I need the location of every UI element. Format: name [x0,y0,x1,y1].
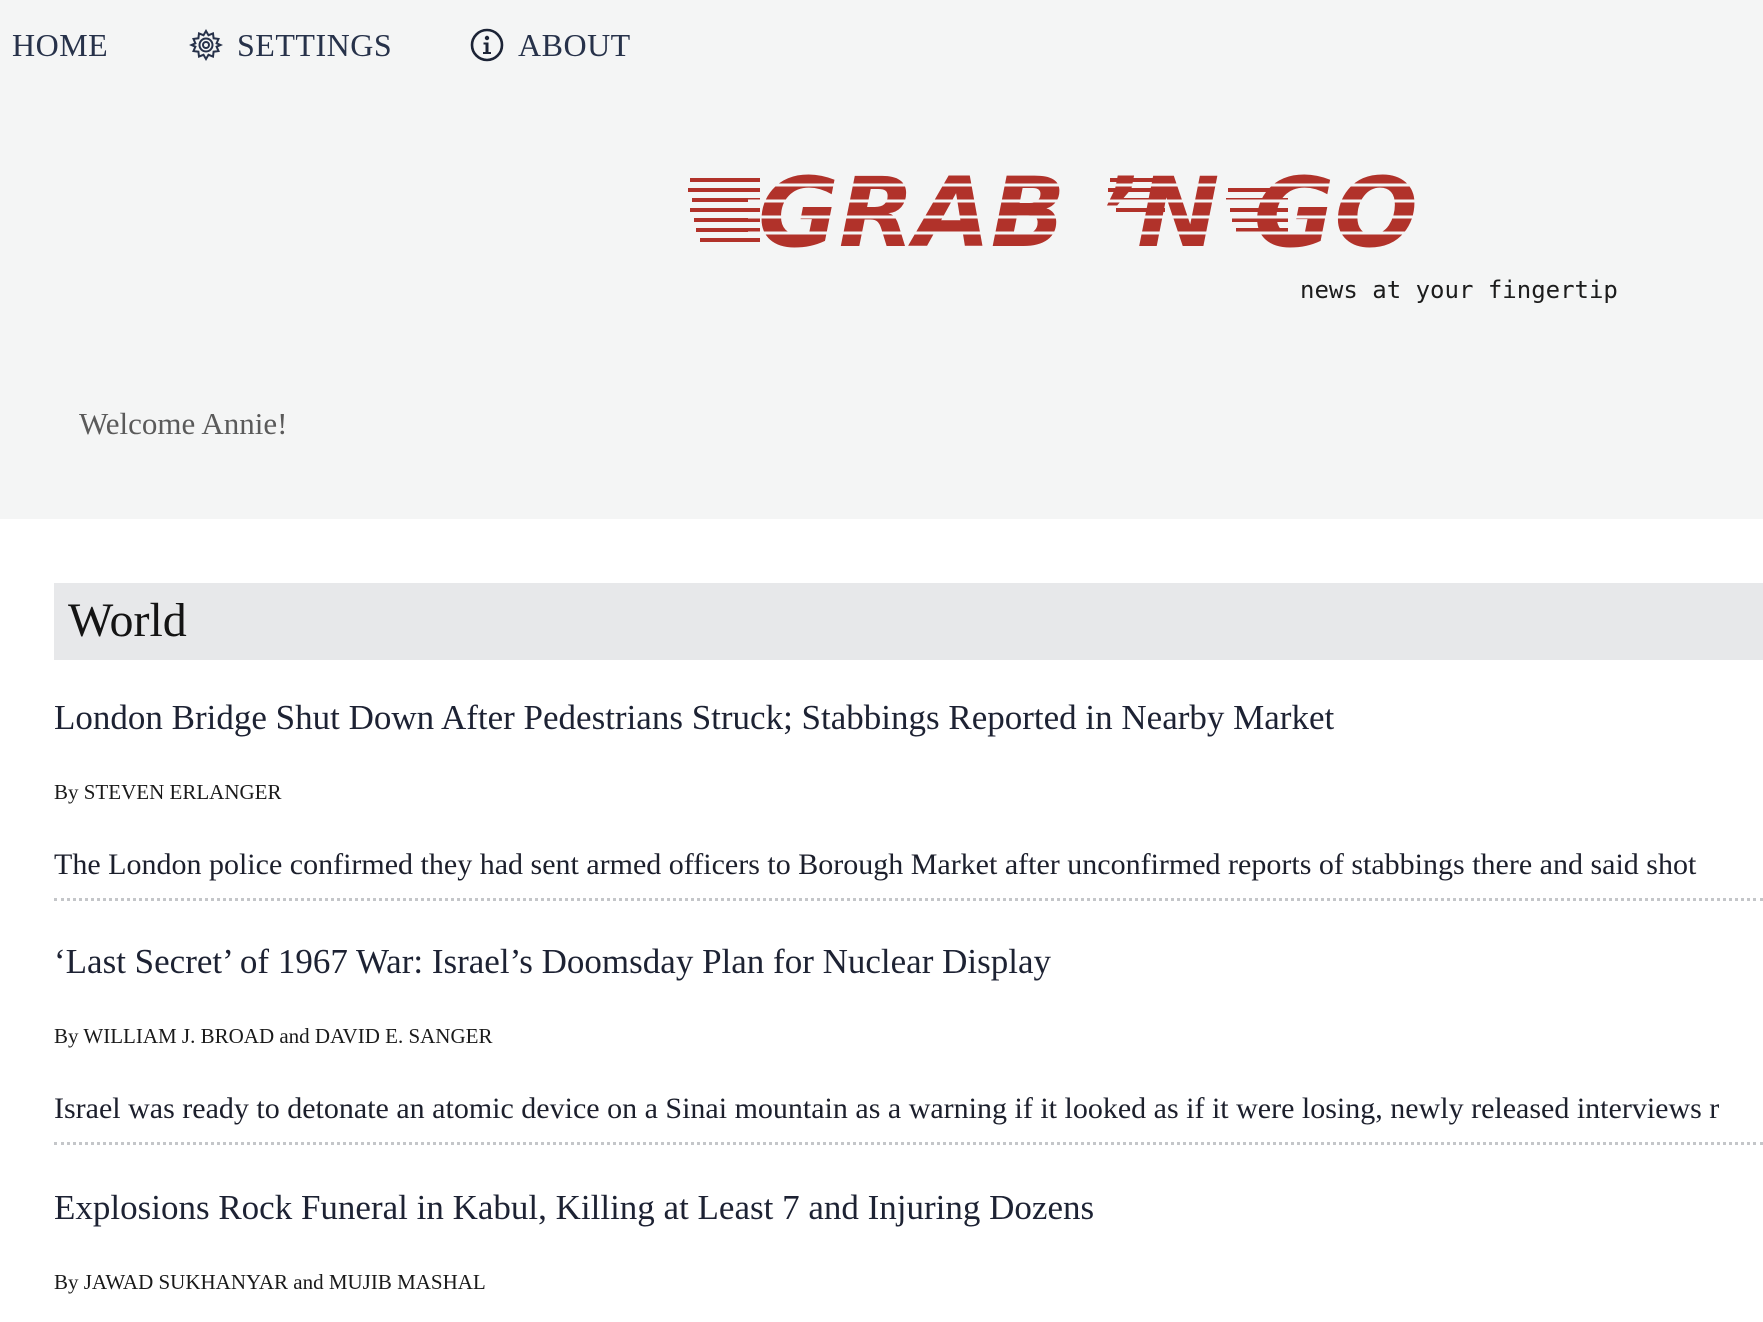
section-title: World [68,594,187,647]
nav-settings-label: SETTINGS [237,26,393,63]
logo-wordmark: GRAB ’N GO [758,158,1418,258]
article-headline[interactable]: ‘Last Secret’ of 1967 War: Israel’s Doom… [54,942,1051,982]
article-headline[interactable]: Explosions Rock Funeral in Kabul, Killin… [54,1188,1094,1228]
grab-n-go-logo[interactable]: GRAB ’N GO [688,158,1488,258]
article-byline: By STEVEN ERLANGER [54,780,282,804]
article-divider [54,898,1763,901]
article-byline: By WILLIAM J. BROAD and DAVID E. SANGER [54,1024,493,1048]
article-byline: By JAWAD SUKHANYAR and MUJIB MASHAL [54,1270,486,1294]
welcome-message: Welcome Annie! [79,406,288,441]
section-header-world: World [54,583,1763,660]
article-summary: The London police confirmed they had sen… [54,848,1697,881]
page-header: HOME SETTINGS ABOUT GRAB ’N GO news at y… [0,0,1763,519]
nav-home-link[interactable]: HOME [12,22,108,68]
article-summary: Israel was ready to detonate an atomic d… [54,1092,1720,1125]
info-icon [470,28,504,62]
article-headline[interactable]: London Bridge Shut Down After Pedestrian… [54,698,1334,738]
nav-about-label: ABOUT [518,26,631,63]
nav-home-label: HOME [12,26,109,63]
gear-icon [189,28,223,62]
brand-tagline: news at your fingertip [1300,276,1618,304]
nav-about-link[interactable]: ABOUT [470,22,631,68]
article-divider [54,1142,1763,1145]
nav-settings-link[interactable]: SETTINGS [189,22,392,68]
